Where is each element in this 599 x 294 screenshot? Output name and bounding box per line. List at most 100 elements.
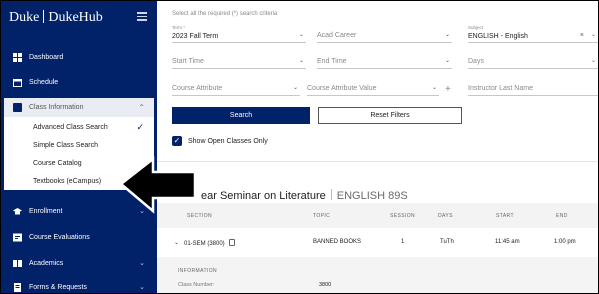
column-header-days: DAYS [438,213,453,219]
chevron-down-icon: ⌄ [139,284,145,291]
start-cell: 11:45 am [495,239,520,245]
session-cell: 1 [401,239,405,245]
sidebar-subitem-label: Course Catalog [33,159,82,167]
sidebar-subitem-simple-class-search[interactable]: Simple Class Search [4,136,154,154]
chevron-down-icon[interactable]: ⌄ [174,239,179,246]
instructor-input[interactable]: Instructor Last Name [468,78,598,96]
sidebar-item-label: Course Evaluations [29,233,90,241]
sidebar-item-forms-requests[interactable]: Forms & Requests ⌄ [1,277,157,293]
acad-career-placeholder: Acad Career [317,32,357,39]
sidebar-item-label: Academics [29,259,64,267]
chevron-down-icon: ⌄ [431,85,437,91]
chevron-down-icon: ⌄ [590,58,596,64]
reset-filters-button[interactable]: Reset Filters [318,107,462,124]
term-value: 2023 Fall Term [172,33,219,40]
sidebar-subitem-label: Simple Class Search [33,141,98,149]
sidebar-item-class-information[interactable]: Class Information ⌃ [4,98,154,117]
acad-career-select[interactable]: Acad Career ⌄ [317,25,452,43]
sidebar-item-label: Dashboard [29,53,64,61]
brand-separator [43,10,45,23]
subject-value: ENGLISH - English [468,33,528,40]
app-window: Duke DukeHub Dashboard Schedule Class Inf… [1,1,598,293]
close-icon[interactable]: × [580,32,584,39]
term-label: Term * [172,25,186,30]
sidebar-item-schedule[interactable]: Schedule [1,72,157,92]
course-title: ear Seminar on Literature ENGLISH 89S [201,189,408,202]
brand-logo[interactable]: Duke DukeHub [9,10,103,26]
instructor-placeholder: Instructor Last Name [468,85,533,92]
divider [157,161,598,162]
section-details: INFORMATION Class Number: 3800 [157,257,598,293]
term-select[interactable]: Term * 2023 Fall Term ⌄ [172,25,306,43]
chevron-down-icon: ⌄ [298,58,304,64]
column-header-start: START [496,213,514,219]
sidebar-subitem-advanced-class-search[interactable]: Advanced Class Search ✓ [4,118,154,136]
column-header-end: END [556,213,568,219]
plus-icon[interactable]: + [445,84,451,95]
calendar-icon [13,78,22,87]
column-header-session: SESSION [390,213,416,219]
subject-label: Subject [468,25,484,30]
sidebar-item-label: Forms & Requests [29,283,87,291]
topic-cell: BANNED BOOKS [313,239,362,245]
sidebar: Duke DukeHub Dashboard Schedule Class Inf… [1,1,157,293]
information-label: INFORMATION [178,268,218,274]
dashboard-icon [13,52,22,62]
class-number-value: 3800 [319,282,332,288]
search-button[interactable]: Search [172,107,310,124]
sidebar-item-course-evaluations[interactable]: Course Evaluations [1,227,157,247]
evaluation-icon [13,233,22,242]
sidebar-item-academics[interactable]: Academics ⌄ [1,253,157,273]
info-icon [13,103,22,112]
chevron-up-icon: ⌃ [138,103,145,112]
brand-duke: Duke [9,10,40,25]
sidebar-item-label: Enrollment [29,207,63,215]
column-header-topic: TOPIC [313,213,331,219]
end-time-placeholder: End Time [317,58,347,65]
open-classes-only-checkbox[interactable]: ✓ Show Open Classes Only [172,136,268,146]
academics-icon [13,259,22,268]
sidebar-item-label: Schedule [29,78,59,86]
sidebar-item-dashboard[interactable]: Dashboard [1,47,157,67]
class-number-label: Class Number: [178,282,215,288]
form-icon [13,282,22,292]
checkbox-checked-icon[interactable]: ✓ [172,136,182,146]
open-classes-only-label: Show Open Classes Only [188,137,268,145]
chevron-down-icon: ⌄ [444,58,450,64]
section-cell: 01-SEM (3800) [184,239,235,247]
sidebar-subitem-label: Textbooks (eCampus) [33,177,102,185]
chevron-down-icon: ⌄ [139,260,145,267]
start-time-placeholder: Start Time [172,58,204,65]
course-code: ENGLISH 89S [336,190,408,202]
graduation-cap-icon [13,207,22,216]
days-placeholder: Days [468,58,484,65]
start-time-select[interactable]: Start Time ⌄ [172,51,306,69]
menu-toggle-icon[interactable] [137,12,147,23]
days-select[interactable]: Days ⌄ [468,51,598,69]
course-attribute-placeholder: Course Attribute [172,85,223,92]
course-name: ear Seminar on Literature [201,190,326,202]
sidebar-item-label: Class Information [29,104,84,111]
table-row[interactable]: ⌄ 01-SEM (3800) BANNED BOOKS 1 TuTh 11:4… [157,230,598,253]
chevron-down-icon: ⌄ [298,32,304,38]
course-attribute-value-placeholder: Course Attribute Value [307,85,377,92]
title-separator [330,189,332,200]
days-cell: TuTh [440,239,454,245]
end-time-select[interactable]: End Time ⌄ [317,51,452,69]
search-hint: Select all the required (*) search crite… [172,11,278,17]
chevron-down-icon: ⌄ [444,32,450,38]
course-attribute-select[interactable]: Course Attribute ⌄ [172,78,300,96]
annotation-arrow-icon [119,156,197,214]
brand-dukehub: DukeHub [48,10,103,25]
main-content: Select all the required (*) search crite… [157,1,598,293]
subject-select[interactable]: Subject ENGLISH - English × ⌄ [468,25,598,43]
section-value: 01-SEM (3800) [184,241,225,247]
notes-icon[interactable] [228,239,235,246]
checkmark-icon: ✓ [136,122,144,132]
chevron-down-icon: ⌄ [590,32,596,38]
end-cell: 1:00 pm [554,239,576,245]
sidebar-subitem-label: Advanced Class Search [33,123,108,131]
results-table-header: SECTION TOPIC SESSION DAYS START END [157,203,598,228]
course-attribute-value-select[interactable]: Course Attribute Value ⌄ [307,78,439,96]
chevron-down-icon: ⌄ [292,85,298,91]
